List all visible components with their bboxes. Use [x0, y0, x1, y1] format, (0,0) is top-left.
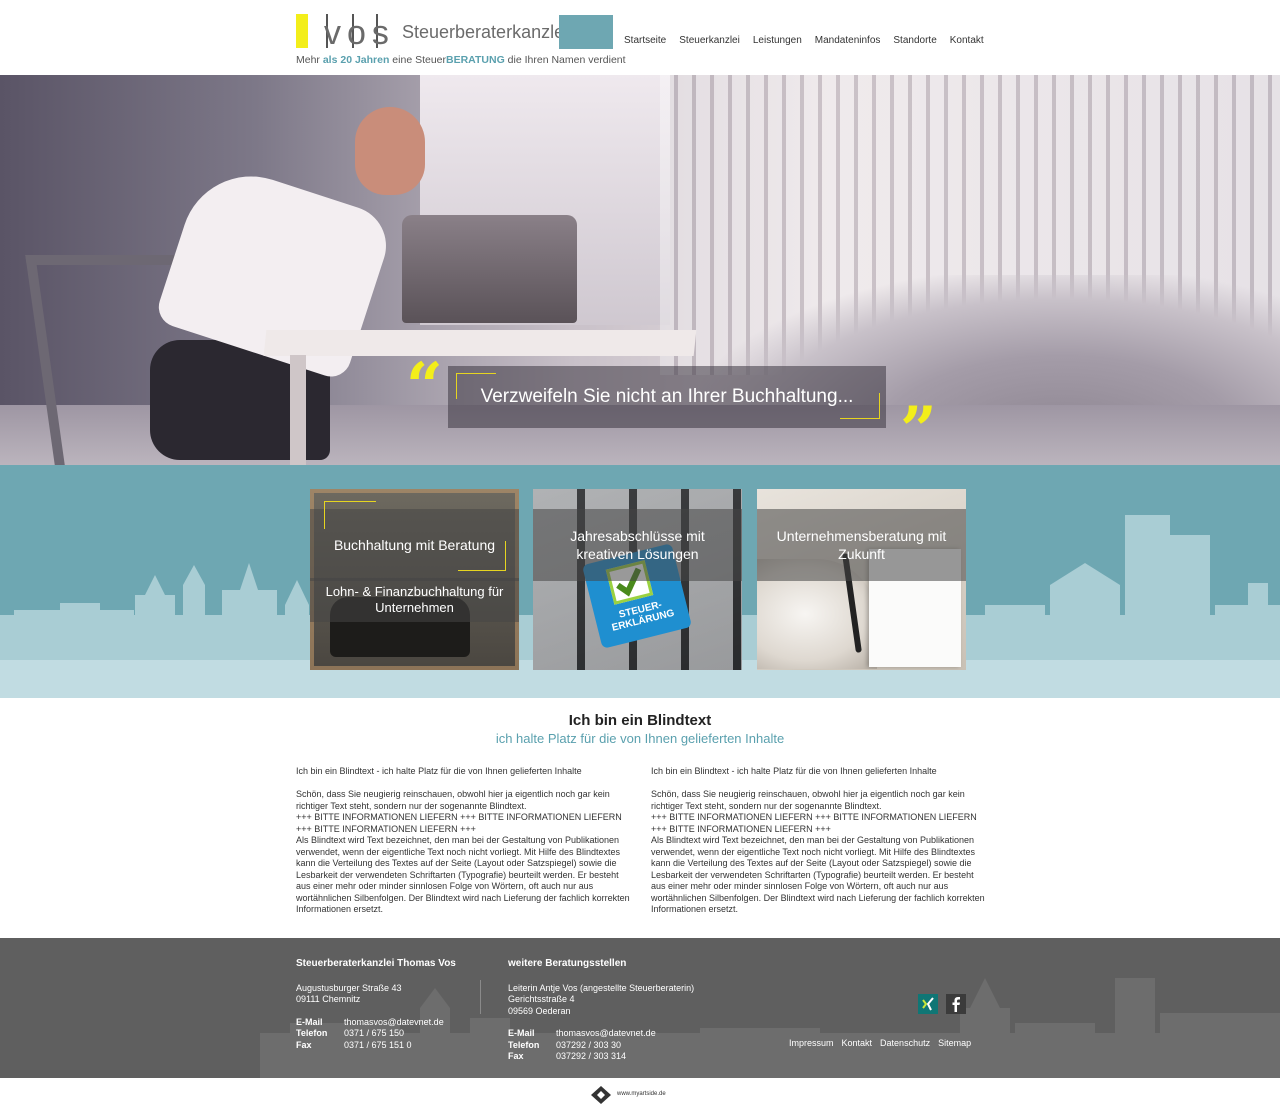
hero-banner: Verzweifeln Sie nicht an Ihrer Buchhaltu… — [0, 75, 1280, 465]
footer-links: Impressum Kontakt Datenschutz Sitemap — [789, 1038, 971, 1048]
nav-leistungen[interactable]: Leistungen — [753, 35, 802, 46]
tagline-part: eine Steuer — [389, 54, 447, 66]
footer-branch-phone[interactable]: 037292 / 303 30 — [556, 1040, 621, 1050]
nav-standorte[interactable]: Standorte — [893, 35, 936, 46]
hero-desk-leg — [290, 355, 306, 465]
services-section: Buchhaltung mit Beratung Lohn- & Finanzb… — [0, 465, 1280, 698]
hero-typewriter — [402, 215, 577, 323]
site-logo[interactable]: vos Steuerberaterkanzlei — [296, 14, 568, 52]
content-column-right: Ich bin ein Blindtext - ich halte Platz … — [651, 766, 985, 914]
tagline: Mehr als 20 Jahren eine SteuerBERATUNG d… — [296, 54, 626, 66]
service-card-unternehmensberatung[interactable]: Unternehmensberatung mit Zukunft — [757, 489, 966, 670]
tagline-part: die Ihren Namen verdient — [504, 54, 626, 66]
hero-quote-box: Verzweifeln Sie nicht an Ihrer Buchhaltu… — [448, 366, 886, 428]
key-label: STEUER- ERKLÄRUNG — [610, 599, 676, 634]
tagline-highlight: BERATUNG — [446, 54, 505, 66]
footer-main-email[interactable]: thomasvos@datevnet.de — [344, 1017, 444, 1027]
facebook-icon[interactable] — [946, 994, 966, 1014]
hero-quote-text: Verzweifeln Sie nicht an Ihrer Buchhaltu… — [480, 386, 854, 407]
service-card-jahresabschluesse[interactable]: STEUER- ERKLÄRUNG Jahresabschlüsse mit k… — [533, 489, 742, 670]
card-subtitle: Lohn- & Finanzbuchhaltung für Unternehme… — [310, 578, 519, 622]
nav-kontakt[interactable]: Kontakt — [950, 35, 984, 46]
site-footer: Steuerberaterkanzlei Thomas Vos Augustus… — [0, 938, 1280, 1078]
xing-icon[interactable] — [918, 994, 938, 1014]
content-header: Ich bin ein Blindtext ich halte Platz fü… — [0, 712, 1280, 746]
footer-link-sitemap[interactable]: Sitemap — [938, 1038, 971, 1048]
designer-logo-icon — [591, 1086, 611, 1104]
card-corner-top-left — [324, 501, 376, 529]
nav-mandateninfos[interactable]: Mandateninfos — [815, 35, 881, 46]
footer-main-fax: 0371 / 675 151 0 — [344, 1039, 412, 1050]
footer-main-street: Augustusburger Straße 43 — [296, 982, 402, 993]
footer-branch-street: Gerichtsstraße 4 — [508, 994, 575, 1004]
bottom-bar: www.myartside.de — [0, 1078, 1280, 1112]
hero-man-head — [355, 107, 425, 195]
footer-branch-heading: weitere Beratungsstellen — [508, 958, 627, 969]
footer-link-kontakt[interactable]: Kontakt — [842, 1038, 873, 1048]
tagline-part: Mehr — [296, 54, 323, 66]
content-column-left: Ich bin ein Blindtext - ich halte Platz … — [296, 766, 630, 914]
footer-branch-email[interactable]: thomasvos@datevnet.de — [556, 1028, 656, 1038]
footer-branch-office: weitere Beratungsstellen Leiterin Antje … — [508, 958, 694, 1063]
footer-branch-fax: 037292 / 303 314 — [556, 1051, 627, 1061]
designer-credit[interactable]: www.myartside.de — [617, 1091, 666, 1097]
card-corner-bottom-right — [458, 541, 506, 571]
site-header: vos Steuerberaterkanzlei Mehr als 20 Jah… — [0, 0, 1280, 75]
footer-link-impressum[interactable]: Impressum — [789, 1038, 834, 1048]
footer-link-datenschutz[interactable]: Datenschutz — [880, 1038, 930, 1048]
footer-main-city: 09111 Chemnitz — [296, 994, 361, 1004]
footer-main-heading: Steuerberaterkanzlei Thomas Vos — [296, 958, 456, 969]
footer-branch-city: 09569 Oederan — [508, 1005, 571, 1016]
footer-branch-leader: Leiterin Antje Vos (angestellte Steuerbe… — [508, 982, 695, 993]
footer-fax-label: Fax — [296, 1039, 312, 1050]
quote-open-icon: “ — [406, 349, 443, 424]
quote-corner-bottom-right — [840, 393, 880, 419]
nav-startseite[interactable]: Startseite — [624, 35, 666, 46]
footer-email-label: E-Mail — [508, 1028, 535, 1038]
hero-desk — [263, 330, 697, 356]
logo-yellow-bar — [296, 14, 308, 48]
tagline-highlight: als 20 Jahren — [322, 54, 390, 66]
footer-phone-label: Telefon — [296, 1028, 328, 1038]
content-heading: Ich bin ein Blindtext — [568, 712, 712, 729]
footer-main-phone[interactable]: 0371 / 675 150 — [344, 1028, 404, 1038]
logo-letters: vos — [324, 14, 395, 52]
content-subheading: ich halte Platz für die von Ihnen gelief… — [495, 731, 785, 746]
footer-fax-label: Fax — [508, 1051, 524, 1061]
footer-phone-label: Telefon — [508, 1039, 540, 1050]
nav-steuerkanzlei[interactable]: Steuerkanzlei — [679, 35, 740, 46]
footer-main-office: Steuerberaterkanzlei Thomas Vos Augustus… — [296, 958, 456, 1051]
quote-close-icon: ” — [900, 393, 937, 465]
card-title: Jahresabschlüsse mit kreativen Lösungen — [533, 509, 742, 581]
logo-title: Steuerberaterkanzlei — [402, 22, 569, 42]
footer-email-label: E-Mail — [296, 1016, 323, 1027]
card-title: Unternehmensberatung mit Zukunft — [757, 509, 966, 581]
main-nav: Startseite Steuerkanzlei Leistungen Mand… — [624, 35, 997, 46]
logo-teal-block — [559, 15, 613, 49]
service-card-buchhaltung[interactable]: Buchhaltung mit Beratung Lohn- & Finanzb… — [310, 489, 519, 670]
quote-corner-top-left — [456, 373, 496, 399]
footer-divider — [480, 980, 481, 1014]
